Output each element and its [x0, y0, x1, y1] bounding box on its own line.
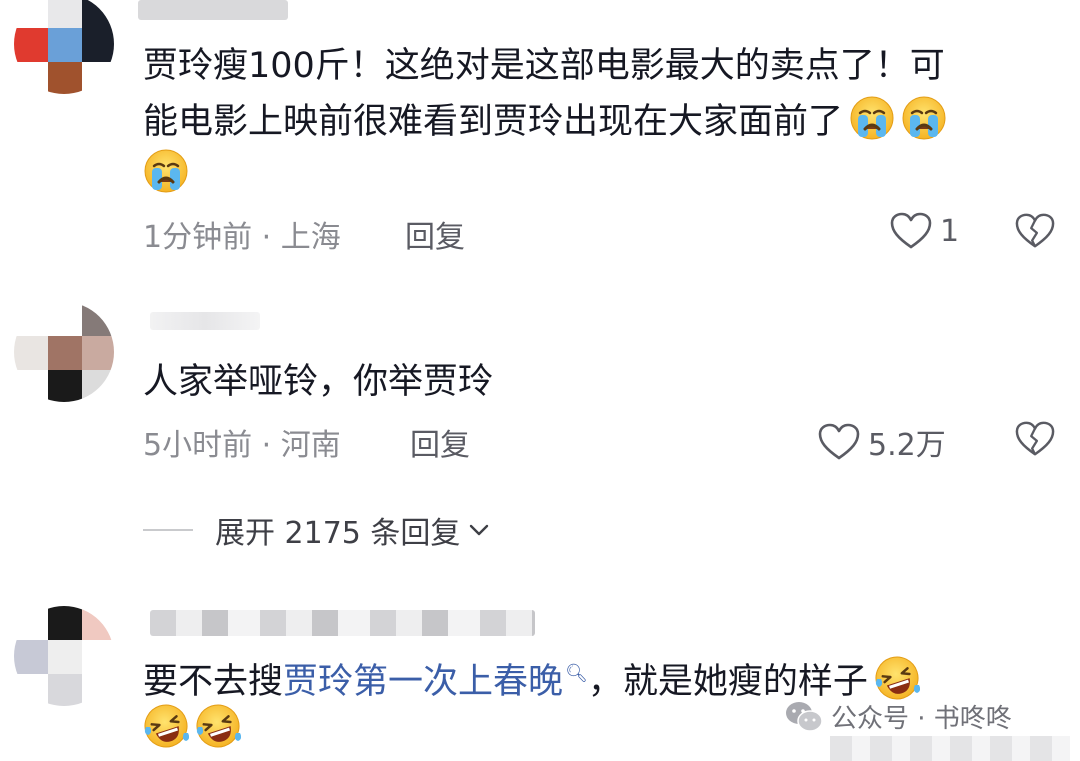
dislike-button[interactable] [1015, 212, 1055, 254]
search-icon[interactable]: 🔍︎ [565, 663, 588, 684]
avatar-pixel [48, 62, 82, 94]
avatar-pixel [48, 674, 82, 706]
avatar-pixel [82, 370, 114, 402]
avatar-pixel [14, 606, 48, 640]
comment-text [143, 147, 189, 203]
search-link[interactable]: 贾玲第一次上春晚 [283, 662, 563, 702]
heart-outline-icon [890, 212, 932, 250]
expand-replies-button[interactable]: 展开 2175 条回复 [143, 508, 492, 552]
avatar[interactable] [14, 606, 114, 706]
avatar-pixel [14, 674, 48, 706]
avatar-pixel [14, 0, 48, 28]
avatar-pixel [48, 370, 82, 402]
avatar-pixel [82, 606, 114, 640]
crying-emoji [849, 95, 895, 141]
comment-text-line: 贾玲瘦100斤！这绝对是这部电影最大的卖点了！可 [143, 46, 945, 86]
like-button[interactable]: 5.2万 [818, 420, 946, 464]
avatar-pixel [14, 336, 48, 370]
avatar-pixel [82, 640, 114, 674]
heart-outline-icon [818, 423, 860, 461]
crying-emoji [143, 148, 189, 194]
avatar-pixel [14, 302, 48, 336]
avatar-pixel [82, 302, 114, 336]
comment-text-suffix: ，就是她瘦的样子 [587, 662, 868, 702]
reply-button[interactable]: 回复 [410, 420, 470, 464]
broken-heart-icon [1015, 420, 1055, 458]
avatar-pixel [14, 28, 48, 62]
blurred-content [830, 736, 1070, 761]
avatar-pixel [82, 336, 114, 370]
avatar-pixel [82, 674, 114, 706]
avatar-pixel [14, 370, 48, 402]
comment-thread: 贾玲瘦100斤！这绝对是这部电影最大的卖点了！可 能电影上映前很难看到贾玲出现在… [0, 0, 1080, 761]
comment-time-location: 5小时前 · 河南 [143, 428, 341, 463]
watermark: 公众号 · 书咚咚 [785, 698, 1012, 735]
username-blurred[interactable] [150, 610, 535, 636]
comment-text-line: 能电影上映前很难看到贾玲出现在大家面前了 [143, 102, 844, 142]
avatar[interactable] [14, 302, 114, 402]
avatar-pixel [48, 28, 82, 62]
avatar-pixel [14, 62, 48, 94]
broken-heart-icon [1015, 212, 1055, 250]
avatar-pixel [48, 640, 82, 674]
reply-button[interactable]: 回复 [405, 212, 465, 256]
laughing-crying-emoji [143, 703, 189, 749]
watermark-text: 公众号 · 书咚咚 [831, 704, 1012, 734]
comment-text: 贾玲瘦100斤！这绝对是这部电影最大的卖点了！可 [143, 38, 945, 94]
like-button[interactable]: 1 [890, 212, 959, 250]
avatar-pixel [48, 302, 82, 336]
avatar-pixel [48, 336, 82, 370]
avatar-pixel [82, 0, 114, 28]
username-blurred[interactable] [138, 0, 288, 20]
divider [143, 529, 193, 531]
username-blurred[interactable] [150, 312, 260, 330]
expand-replies-label: 展开 2175 条回复 [215, 516, 461, 551]
comment-text: 人家举哑铃，你举贾玲 [143, 362, 494, 402]
laughing-crying-emoji [195, 703, 241, 749]
like-count: 1 [940, 213, 960, 249]
dislike-button[interactable] [1015, 420, 1055, 462]
avatar-pixel [14, 640, 48, 674]
like-count: 5.2万 [868, 428, 946, 463]
chevron-down-icon [470, 524, 489, 536]
avatar[interactable] [14, 0, 114, 94]
avatar-pixel [48, 606, 82, 640]
comment-text [143, 702, 241, 758]
wechat-logo-icon [786, 701, 823, 732]
comment-text-prefix: 要不去搜 [143, 662, 284, 702]
avatar-pixel [82, 62, 114, 94]
laughing-crying-emoji [874, 655, 920, 701]
avatar-pixel [82, 28, 114, 62]
crying-emoji [901, 95, 947, 141]
avatar-pixel [48, 0, 82, 28]
comment-text: 能电影上映前很难看到贾玲出现在大家面前了 [143, 94, 947, 150]
comment-time-location: 1分钟前 · 上海 [143, 220, 341, 255]
